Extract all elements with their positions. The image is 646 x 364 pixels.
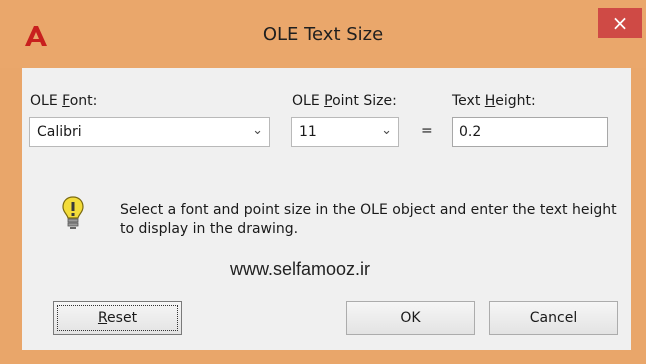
info-text: Select a font and point size in the OLE … bbox=[120, 202, 617, 237]
close-icon: × bbox=[611, 11, 629, 35]
lightbulb-icon bbox=[62, 196, 84, 229]
text-height-input[interactable]: 0.2 bbox=[452, 117, 608, 147]
dialog-frame: OLE Text Size × OLE Font: Calibri ⌄ OLE … bbox=[0, 0, 646, 364]
chevron-down-icon: ⌄ bbox=[252, 123, 263, 138]
watermark-text: www.selfamooz.ir bbox=[230, 259, 371, 279]
window-title: OLE Text Size bbox=[262, 24, 384, 45]
title-bar[interactable]: OLE Text Size × bbox=[0, 0, 646, 68]
ok-button[interactable]: OK bbox=[346, 301, 475, 335]
equals-sign: = bbox=[421, 123, 433, 139]
ole-font-label: OLE Font: bbox=[30, 93, 98, 109]
ole-point-size-value: 11 bbox=[299, 124, 317, 140]
text-height-value: 0.2 bbox=[459, 124, 482, 140]
cancel-button[interactable]: Cancel bbox=[489, 301, 618, 335]
ole-font-dropdown[interactable]: Calibri ⌄ bbox=[29, 117, 270, 147]
chevron-down-icon: ⌄ bbox=[381, 123, 392, 138]
ok-button-label: OK bbox=[400, 310, 421, 326]
ole-font-value: Calibri bbox=[37, 124, 82, 140]
cancel-button-label: Cancel bbox=[529, 310, 578, 326]
dialog-body: OLE Font: Calibri ⌄ OLE Point Size: 11 ⌄… bbox=[22, 68, 631, 350]
reset-button[interactable]: Reset bbox=[53, 301, 182, 335]
ole-point-size-dropdown[interactable]: 11 ⌄ bbox=[291, 117, 399, 147]
close-button[interactable]: × bbox=[598, 8, 642, 38]
reset-button-label: Reset bbox=[97, 310, 138, 326]
text-height-label: Text Height: bbox=[452, 93, 536, 109]
ole-point-size-label: OLE Point Size: bbox=[292, 93, 397, 109]
